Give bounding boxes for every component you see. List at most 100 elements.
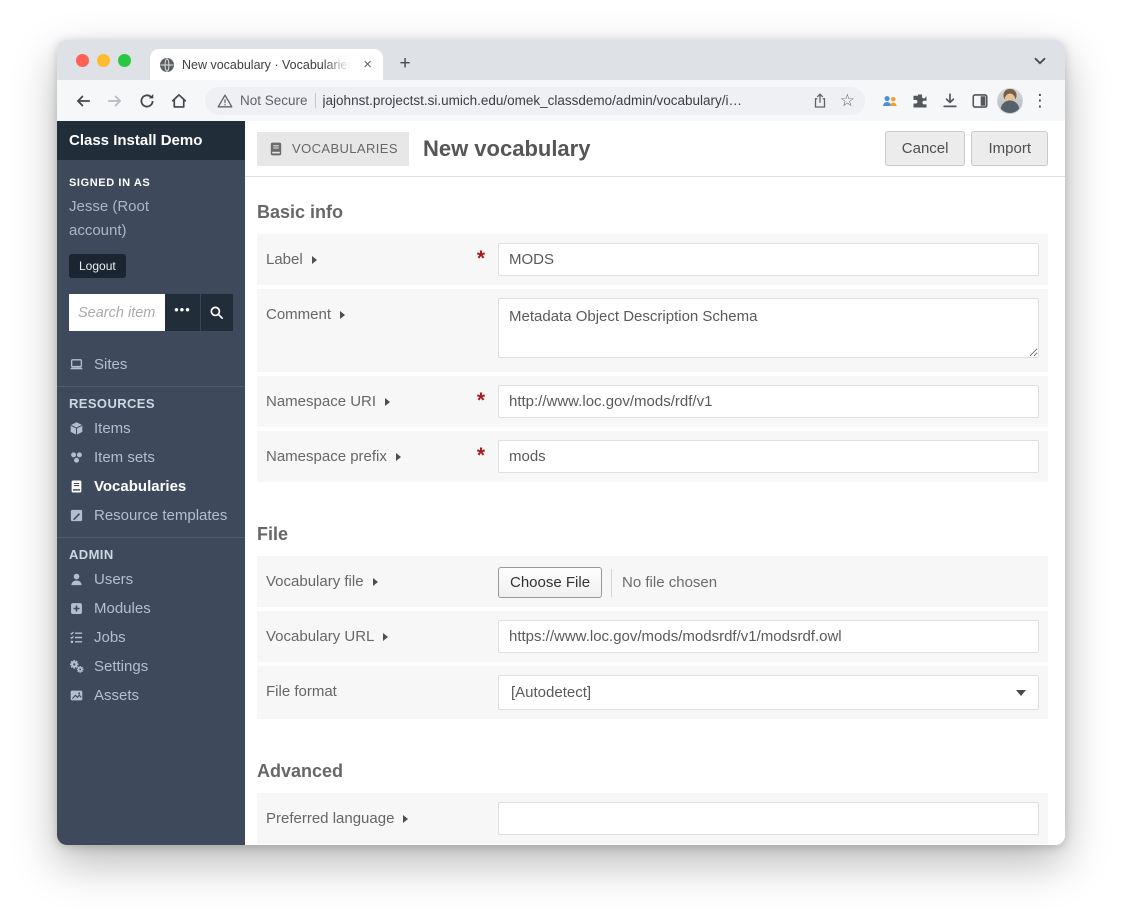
field-row-file-format: File format [Autodetect] xyxy=(257,666,1048,719)
tasks-icon xyxy=(70,631,83,644)
search-input[interactable] xyxy=(69,294,165,331)
sidebar-item-label: Items xyxy=(94,420,131,437)
badge-label: VOCABULARIES xyxy=(292,141,398,156)
sidebar-nav: Sites RESOURCES Items Item sets Vocabula… xyxy=(57,350,245,710)
image-icon xyxy=(70,690,83,701)
tab-close-icon[interactable]: × xyxy=(361,57,374,72)
browser-window: New vocabulary · Vocabularies × + Not Se… xyxy=(57,40,1065,845)
preferred-language-input[interactable] xyxy=(498,802,1039,835)
advanced-search-button[interactable]: ••• xyxy=(165,294,200,331)
browser-tab[interactable]: New vocabulary · Vocabularies × xyxy=(150,49,383,80)
admin-heading: ADMIN xyxy=(69,547,114,562)
home-button[interactable] xyxy=(165,87,193,115)
expand-arrow-icon[interactable] xyxy=(383,633,389,641)
book-icon xyxy=(270,142,282,155)
section-heading-file: File xyxy=(257,524,289,544)
page-header: VOCABULARIES New vocabulary Cancel Impor… xyxy=(245,121,1065,177)
book-icon xyxy=(71,480,82,493)
field-label: File format xyxy=(266,683,337,700)
vocabularies-breadcrumb-badge[interactable]: VOCABULARIES xyxy=(257,131,409,166)
tab-title: New vocabulary · Vocabularies xyxy=(182,57,354,72)
share-icon[interactable] xyxy=(812,93,828,109)
bookmark-star-icon[interactable]: ☆ xyxy=(840,92,855,109)
sidebar-item-items[interactable]: Items xyxy=(57,414,245,443)
logout-button[interactable]: Logout xyxy=(69,254,126,278)
namespace-prefix-input[interactable] xyxy=(498,440,1039,473)
zoom-window-button[interactable] xyxy=(118,54,131,67)
resources-heading: RESOURCES xyxy=(69,396,155,411)
vocabulary-url-input[interactable] xyxy=(498,620,1039,653)
sidebar-item-modules[interactable]: Modules xyxy=(57,594,245,623)
search-submit-button[interactable] xyxy=(199,294,233,331)
section-heading-advanced: Advanced xyxy=(257,761,344,781)
signed-in-as-label: SIGNED IN AS xyxy=(69,177,151,189)
expand-arrow-icon[interactable] xyxy=(340,311,346,319)
sidebar-item-item-sets[interactable]: Item sets xyxy=(57,443,245,472)
label-input[interactable] xyxy=(498,243,1039,276)
current-user-link[interactable]: Jesse (Root account) xyxy=(69,195,169,243)
field-row-label: Label * xyxy=(257,234,1048,285)
page-title: New vocabulary xyxy=(422,135,591,161)
expand-arrow-icon[interactable] xyxy=(311,256,317,264)
minimize-window-button[interactable] xyxy=(97,54,110,67)
expand-arrow-icon[interactable] xyxy=(395,453,401,461)
sidebar-item-label: Resource templates xyxy=(94,507,228,524)
profile-avatar[interactable] xyxy=(997,87,1023,114)
people-extension-icon[interactable] xyxy=(877,88,903,114)
sidebar-item-label: Users xyxy=(94,571,134,588)
sidebar-item-users[interactable]: Users xyxy=(57,565,245,594)
browser-toolbar: Not Secure jajohnst.projectst.si.umich.e… xyxy=(57,80,1065,121)
sidebar-item-label: Jobs xyxy=(94,629,126,646)
field-row-namespace-uri: Namespace URI * xyxy=(257,376,1048,427)
sidebar-item-label: Item sets xyxy=(94,449,155,466)
field-label: Namespace URI xyxy=(266,393,377,410)
comment-textarea[interactable]: Metadata Object Description Schema xyxy=(498,298,1039,358)
gears-icon xyxy=(70,660,84,673)
sidebar-item-label: Assets xyxy=(94,687,140,704)
field-row-preferred-language: Preferred language xyxy=(257,793,1048,844)
tab-strip: New vocabulary · Vocabularies × + xyxy=(57,40,1065,80)
side-panel-icon[interactable] xyxy=(967,88,993,114)
admin-sidebar: Class Install Demo SIGNED IN AS Jesse (R… xyxy=(57,121,245,845)
sidebar-item-jobs[interactable]: Jobs xyxy=(57,623,245,652)
sidebar-item-assets[interactable]: Assets xyxy=(57,681,245,710)
import-button[interactable]: Import xyxy=(971,131,1048,166)
item-sets-icon xyxy=(70,451,83,464)
expand-arrow-icon[interactable] xyxy=(372,578,378,586)
forward-button[interactable] xyxy=(101,87,129,115)
tab-favicon-globe-icon xyxy=(160,57,174,72)
laptop-icon xyxy=(70,359,83,370)
tab-search-chevron-icon[interactable] xyxy=(1031,52,1049,70)
plus-square-icon xyxy=(71,603,82,614)
field-label: Vocabulary file xyxy=(266,573,364,590)
selected-option: [Autodetect] xyxy=(511,684,592,701)
choose-file-button[interactable]: Choose File xyxy=(498,567,603,598)
new-tab-button[interactable]: + xyxy=(391,50,419,78)
reload-button[interactable] xyxy=(133,87,161,115)
expand-arrow-icon[interactable] xyxy=(385,398,391,406)
field-row-vocabulary-file: Vocabulary file Choose File No file chos… xyxy=(257,556,1048,607)
file-divider xyxy=(611,568,613,597)
field-label: Comment xyxy=(266,306,332,323)
sidebar-item-resource-templates[interactable]: Resource templates xyxy=(57,501,245,530)
file-format-select[interactable]: [Autodetect] xyxy=(498,675,1039,710)
field-label: Namespace prefix xyxy=(266,448,387,465)
extensions-puzzle-icon[interactable] xyxy=(907,88,933,114)
required-marker: * xyxy=(476,444,485,467)
site-title[interactable]: Class Install Demo xyxy=(57,121,245,160)
resource-template-pen-icon xyxy=(70,509,83,522)
expand-arrow-icon[interactable] xyxy=(403,815,409,823)
file-status-text: No file chosen xyxy=(622,574,718,591)
sidebar-item-settings[interactable]: Settings xyxy=(57,652,245,681)
address-bar[interactable]: Not Secure jajohnst.projectst.si.umich.e… xyxy=(205,86,865,115)
sidebar-search: ••• xyxy=(69,294,233,331)
downloads-icon[interactable] xyxy=(937,88,963,114)
browser-menu-icon[interactable]: ⋮ xyxy=(1027,88,1053,114)
namespace-uri-input[interactable] xyxy=(498,385,1039,418)
close-window-button[interactable] xyxy=(76,54,89,67)
sidebar-item-sites[interactable]: Sites xyxy=(57,350,245,379)
cancel-button[interactable]: Cancel xyxy=(884,131,966,166)
sidebar-item-label: Sites xyxy=(94,356,128,373)
sidebar-item-vocabularies[interactable]: Vocabularies xyxy=(57,472,245,501)
back-button[interactable] xyxy=(69,87,97,115)
